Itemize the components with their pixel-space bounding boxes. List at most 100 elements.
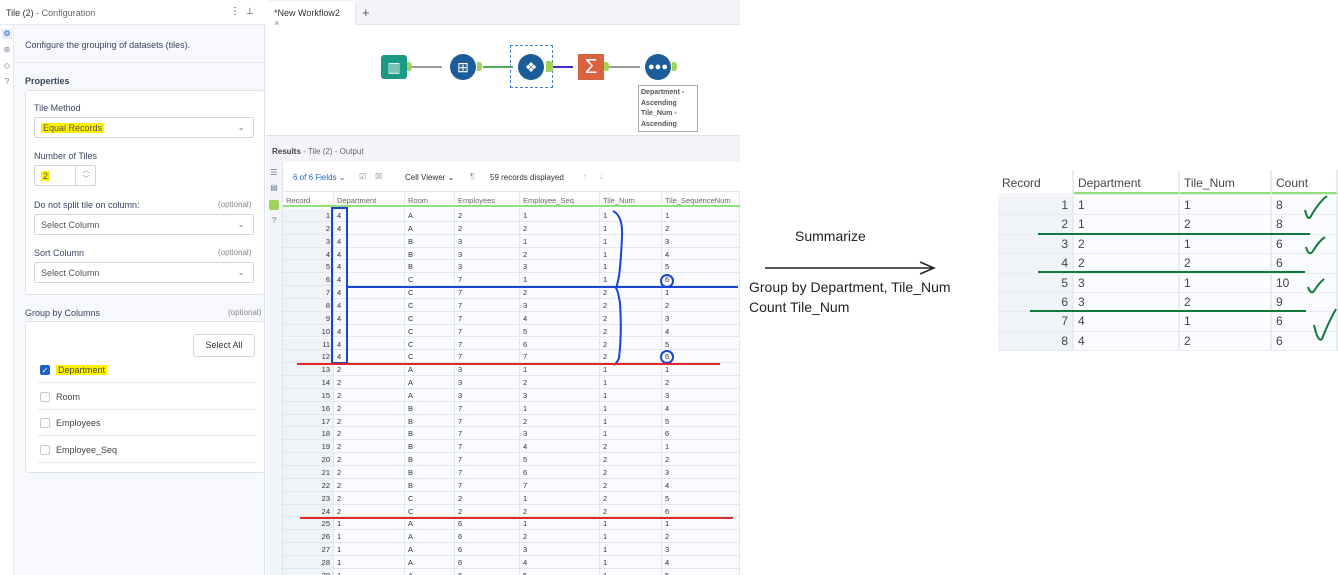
- table-row[interactable]: 24 2 C 2 2 2 6: [283, 504, 740, 518]
- table-cell: 2: [334, 414, 405, 427]
- arrow-down-icon[interactable]: ↓: [599, 172, 603, 181]
- table-row[interactable]: 19 2 B 7 4 2 1: [283, 440, 740, 454]
- summarize-tool-icon[interactable]: Σ: [578, 54, 604, 80]
- group-column-option[interactable]: Employee_Seq: [38, 437, 256, 463]
- more-menu-icon[interactable]: ⋮: [230, 6, 240, 17]
- record-id-tool-icon[interactable]: ⊞: [450, 54, 476, 80]
- table-row[interactable]: 20 2 B 7 5 2 2: [283, 453, 740, 466]
- table-row[interactable]: 16 2 B 7 1 1 4: [283, 401, 740, 415]
- table-row[interactable]: 74C7221: [283, 286, 740, 299]
- tile-method-select[interactable]: Equal Records ⌄: [34, 117, 254, 138]
- table-row[interactable]: 34B3113: [283, 234, 740, 248]
- table-cell: 2: [334, 491, 405, 504]
- table-row[interactable]: 18 2 B 7 3 1 6: [283, 427, 740, 441]
- stepper-arrows[interactable]: ︿ ﹀: [75, 166, 96, 185]
- table-cell: 6: [455, 568, 520, 575]
- table-cell: 3: [455, 388, 520, 401]
- deselect-icon[interactable]: ☒: [375, 172, 382, 181]
- table-icon[interactable]: ▤: [269, 183, 279, 193]
- group-column-option[interactable]: Room: [38, 384, 256, 410]
- table-cell: 3: [662, 311, 740, 324]
- table-cell: 27: [283, 543, 334, 555]
- select-all-checkbox-icon[interactable]: ☑: [359, 172, 366, 181]
- help-icon[interactable]: ?: [2, 77, 12, 87]
- table-row[interactable]: 44B3214: [283, 247, 740, 261]
- table-cell: 1: [520, 401, 600, 414]
- results-grid[interactable]: Record Department Room Employees Employee_Se…: [283, 193, 740, 575]
- table-row[interactable]: 10 4 C 7 5 2 4: [283, 324, 740, 338]
- tile-tool-icon[interactable]: ❖: [518, 54, 544, 80]
- column-header[interactable]: Room: [405, 193, 455, 205]
- table-row[interactable]: 28 1 A 6 4 1 4: [283, 555, 740, 569]
- table-row[interactable]: 25 1 A 6 1 1 1: [283, 517, 740, 531]
- table-cell: 7: [455, 298, 520, 311]
- sort-tool-icon[interactable]: ●●●: [645, 54, 671, 80]
- tag-icon[interactable]: ◇: [2, 61, 12, 71]
- table-row[interactable]: 12 4 C 7 7 2 6: [283, 350, 740, 364]
- pilcrow-icon[interactable]: ¶: [470, 172, 474, 181]
- table-cell: 21: [283, 466, 334, 478]
- column-header[interactable]: Employees: [455, 193, 520, 205]
- help-icon[interactable]: ?: [269, 216, 279, 226]
- output-anchor-icon[interactable]: [269, 200, 279, 210]
- table-cell: B: [405, 453, 455, 465]
- table-cell: A: [405, 376, 455, 388]
- summary-cell: 6: [1272, 312, 1338, 331]
- table-row[interactable]: 64C7116: [283, 273, 740, 287]
- input-data-tool-icon[interactable]: ▥: [381, 55, 407, 79]
- table-row[interactable]: 84C7322: [283, 298, 740, 312]
- table-row[interactable]: 15 2 A 3 3 1 3: [283, 388, 740, 402]
- records-count: 59 records displayed: [490, 173, 564, 182]
- column-header[interactable]: Tile_SequenceNum: [662, 193, 740, 205]
- column-header[interactable]: Record: [283, 193, 334, 205]
- select-all-button[interactable]: Select All: [193, 334, 255, 357]
- column-header[interactable]: Department: [334, 193, 405, 205]
- table-cell: 26: [283, 530, 334, 543]
- group-column-option[interactable]: Employees: [38, 410, 256, 436]
- table-row[interactable]: 23 2 C 2 1 2 5: [283, 491, 740, 505]
- table-row[interactable]: 54B3315: [283, 260, 740, 274]
- table-row[interactable]: 26 1 A 6 2 1 2: [283, 530, 740, 544]
- list-icon[interactable]: ☰: [269, 168, 279, 178]
- table-row[interactable]: 291A6515: [283, 568, 740, 575]
- table-row[interactable]: 13 2 A 3 1 1 1: [283, 363, 740, 377]
- table-cell: 2: [662, 453, 740, 465]
- arrow-up-icon[interactable]: ↑: [583, 172, 587, 181]
- table-row[interactable]: 22 2 B 7 7 2 4: [283, 478, 740, 492]
- table-row[interactable]: 24A2212: [283, 221, 740, 235]
- add-tab-icon[interactable]: +: [362, 5, 370, 20]
- num-tiles-label: Number of Tiles: [34, 151, 98, 161]
- column-header[interactable]: Employee_Seq: [520, 193, 600, 205]
- sort-column-select[interactable]: Select Column ⌄: [34, 262, 254, 283]
- table-cell: 1: [334, 568, 405, 575]
- table-row[interactable]: 11 4 C 7 6 2 5: [283, 337, 740, 351]
- fields-dropdown[interactable]: 6 of 6 Fields ⌄: [293, 173, 346, 182]
- checkbox[interactable]: [40, 391, 50, 402]
- optional-label: (optional): [218, 248, 252, 257]
- table-row[interactable]: 14 2 A 3 2 1 2: [283, 376, 740, 389]
- tab-new-workflow2[interactable]: *New Workflow2 ×: [266, 2, 356, 28]
- cell-viewer-dropdown[interactable]: Cell Viewer ⌄: [405, 173, 454, 182]
- gear-icon[interactable]: ⚙: [2, 29, 12, 39]
- checkbox[interactable]: ✓: [40, 365, 50, 375]
- summarize-note: Summarize: [795, 228, 866, 244]
- group-column-option[interactable]: ✓ Department: [38, 357, 256, 383]
- column-header[interactable]: Tile_Num: [600, 193, 662, 205]
- table-row[interactable]: 17 2 B 7 2 1 5: [283, 414, 740, 428]
- table-cell: 1: [520, 491, 600, 504]
- checkbox[interactable]: [40, 444, 50, 455]
- num-tiles-stepper[interactable]: 2 ︿ ﹀: [34, 165, 96, 186]
- table-cell: 3: [662, 543, 740, 555]
- table-row[interactable]: 14A2111: [283, 209, 740, 222]
- table-row[interactable]: 94C7423: [283, 311, 740, 325]
- table-cell: 5: [283, 260, 334, 273]
- close-icon[interactable]: ×: [274, 18, 279, 28]
- pin-icon[interactable]: ⊥: [246, 6, 254, 17]
- table-row[interactable]: 27 1 A 6 3 1 3: [283, 543, 740, 556]
- table-row[interactable]: 21 2 B 7 6 2 3: [283, 466, 740, 479]
- checkbox[interactable]: [40, 418, 50, 428]
- connection-icon[interactable]: ⊛: [2, 45, 12, 55]
- output-anchor: [604, 62, 609, 71]
- table-cell: C: [405, 298, 455, 311]
- no-split-select[interactable]: Select Column ⌄: [34, 214, 254, 235]
